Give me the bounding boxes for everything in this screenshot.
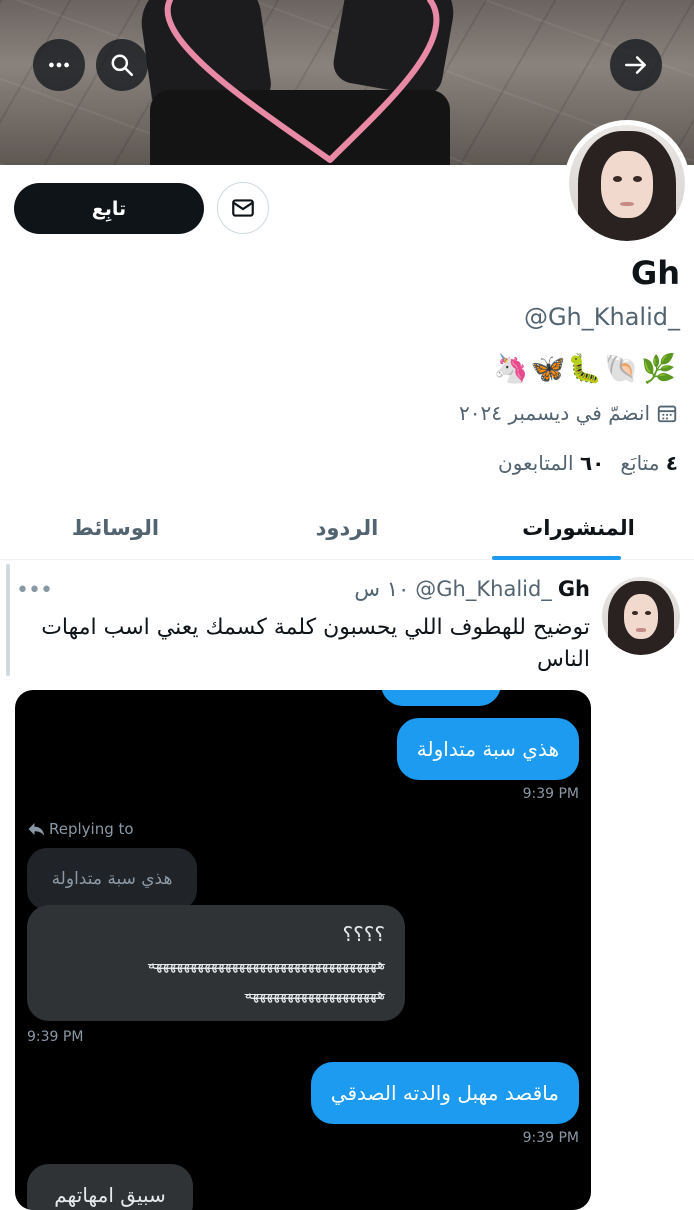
chat-in-line-3: هههههههههههههههههههه [244,985,385,1003]
chat-in-line-1: ؟؟؟؟ [342,922,385,946]
tweet-avatar-image [602,577,680,655]
joined-text: انضمّ في ديسمبر ٢٠٢٤ [459,401,650,425]
tweet-avatar[interactable] [602,577,680,655]
envelope-icon [232,199,254,217]
reply-arrow-icon [28,823,45,836]
tweet-media[interactable]: هذي سبة متداولة 9:39 PM Replying to هذي … [15,690,591,1210]
quoted-message: هذي سبة متداولة [27,848,197,910]
tab-replies-label: الردود [315,516,379,540]
chat-bubble-out-1: هذي سبة متداولة [396,718,579,780]
following-label: متابَع [620,451,660,475]
profile-tabs: المنشورات الردود الوسائط [0,498,694,560]
following-count: ٤ [665,451,678,475]
search-button[interactable] [96,39,148,91]
search-icon [111,54,133,76]
following-link[interactable]: ٤ متابَع [620,451,678,475]
chat-time-2: 9:39 PM [27,1029,84,1045]
profile-stats: ٤ متابَع ٦٠ المتابعون [498,451,678,475]
tab-media[interactable]: الوسائط [0,498,231,558]
chat-bubble-cut [381,690,501,706]
tab-posts-label: المنشورات [522,516,635,540]
chat-bubble-in-2: سبيق امهاتهم [27,1164,193,1210]
tab-media-label: الوسائط [71,516,160,540]
profile-name: Gh [630,254,680,292]
tweet-time[interactable]: ١٠ س [354,577,409,601]
tweet[interactable]: Gh @Gh_Khalid_ ١٠ س ••• توضيح للهطوف الل… [0,560,694,1210]
chat-time-3: 9:39 PM [522,1130,579,1146]
chat-bubble-in-1: ؟؟؟؟ هههههههههههههههههههههههههههههههههه … [27,905,405,1021]
message-button[interactable] [217,182,269,234]
tweet-more-icon[interactable]: ••• [16,578,53,603]
tweet-author-name[interactable]: Gh [558,577,590,601]
chat-in-line-2: هههههههههههههههههههههههههههههههههه [147,955,385,973]
chat-bubble-out-2: ماقصد مهبل والدته الصدقي [310,1062,579,1124]
profile-bio: 🦄🦋🐛🐚🌿 [493,352,678,385]
profile-handle: @Gh_Khalid_ [523,303,680,331]
tab-posts[interactable]: المنشورات [463,498,694,558]
profile-joined: انضمّ في ديسمبر ٢٠٢٤ [459,401,678,425]
replying-to: Replying to [27,820,134,838]
arrow-right-icon [625,56,646,74]
chat-time-1: 9:39 PM [522,786,579,802]
profile-avatar[interactable] [564,120,690,246]
tab-replies[interactable]: الردود [231,498,463,558]
tweet-text: توضيح للهطوف اللي يحسبون كلمة كسمك يعني … [41,615,590,672]
followers-link[interactable]: ٦٠ المتابعون [498,451,604,475]
tweet-header: Gh @Gh_Khalid_ ١٠ س [354,577,590,601]
followers-label: المتابعون [498,451,574,475]
replying-label: Replying to [49,820,134,838]
tweet-author-handle[interactable]: @Gh_Khalid_ [415,577,552,601]
thread-line [6,564,10,676]
follow-button[interactable]: تابِع [14,183,204,234]
more-horizontal-icon [49,62,69,68]
avatar-image [569,125,685,241]
back-button[interactable] [610,39,662,91]
followers-count: ٦٠ [579,451,605,475]
calendar-icon [657,405,677,423]
more-button[interactable] [33,39,85,91]
